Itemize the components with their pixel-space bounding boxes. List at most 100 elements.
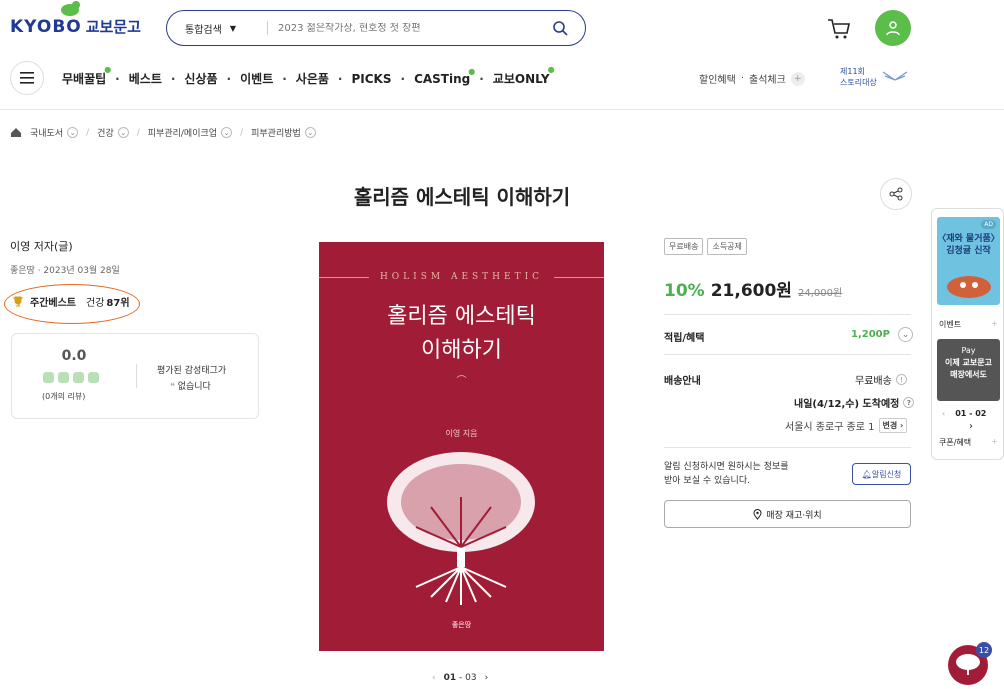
alert-button[interactable]: 🔔︎ 알림신청	[852, 463, 911, 485]
discount-link[interactable]: 할인혜택	[699, 71, 736, 86]
pager-total: 03	[465, 673, 477, 683]
nav-item-event[interactable]: 이벤트	[240, 70, 273, 87]
side-coupon-link[interactable]: 쿠폰/혜택 +	[939, 437, 998, 448]
pay-logo-label: Pay	[961, 346, 976, 355]
nav-item-new[interactable]: 신상품	[184, 70, 217, 87]
badges: 무료배송 소득공제	[664, 238, 747, 255]
quote-icon: ❝	[170, 382, 178, 392]
delivery-label: 배송안내	[664, 376, 701, 387]
store-stock-button[interactable]: 매장 재고·위치	[664, 500, 911, 528]
side-pay-banner[interactable]: Pay 이제 교보문고 매장에서도	[937, 339, 1000, 401]
badge-free-shipping: 무료배송	[664, 238, 704, 255]
side-event-label: 이벤트	[939, 320, 962, 329]
cart-icon[interactable]	[826, 16, 852, 42]
chevron-right-icon[interactable]: ›	[485, 673, 489, 683]
nav-item-gift[interactable]: 사은품	[296, 70, 329, 87]
pager-text: 01 - 03	[443, 673, 477, 683]
story-award-banner[interactable]: 제11회 스토리대상	[840, 66, 909, 88]
breadcrumb-item[interactable]: 피부관리/메이크업	[148, 126, 217, 139]
help-icon[interactable]: ?	[903, 397, 915, 408]
kyobo-logo[interactable]: KYOBO 교보문고	[10, 1, 141, 37]
arrival-row: 내일(4/12,수) 도착예정 ?	[794, 395, 915, 410]
clover-icon	[88, 372, 99, 383]
nav-label: 신상품	[184, 72, 218, 86]
search-type-label: 통합검색	[185, 24, 222, 36]
search-divider	[267, 21, 268, 35]
chevron-left-icon[interactable]: ‹	[432, 673, 436, 683]
logo-text-ko: 교보문고	[85, 18, 141, 36]
chevron-left-icon[interactable]: ‹	[942, 409, 945, 418]
address-row: 서울시 종로구 종로 1 변경 ›	[785, 418, 908, 433]
pager-current: 01	[443, 673, 457, 683]
cover-english-title: HOLISM AESTHETIC	[379, 272, 544, 282]
ad-tag: AD	[981, 220, 996, 229]
share-button[interactable]	[880, 178, 912, 210]
change-address-button[interactable]: 변경 ›	[878, 418, 908, 433]
emotion-tag-empty: ❝ 없습니다	[170, 379, 211, 392]
info-icon[interactable]: !	[895, 374, 907, 385]
alert-text-line2: 받아 보실 수 있습니다.	[664, 476, 750, 486]
side-ad-banner[interactable]: AD 〈재와 물거품〉 김청귤 신작	[937, 217, 1000, 305]
author[interactable]: 이영 저자(글)	[10, 238, 73, 254]
points-label: 적립/혜택	[664, 333, 705, 344]
menu-button[interactable]	[10, 61, 44, 95]
new-dot-icon: ●	[547, 65, 555, 74]
home-icon[interactable]	[10, 127, 22, 138]
pay-logo: Pay	[937, 345, 1000, 357]
publisher-date: 좋은땅 · 2023년 03월 28일	[10, 266, 120, 276]
recent-view-button[interactable]: 12	[948, 642, 992, 685]
hamburger-icon	[20, 72, 34, 84]
clover-icon	[43, 372, 54, 383]
breadcrumb-item[interactable]: 피부관리방법	[251, 126, 301, 139]
breadcrumb-item[interactable]: 건강	[97, 126, 114, 139]
plus-icon: +	[991, 319, 998, 328]
search-icon[interactable]	[552, 20, 568, 36]
review-count[interactable]: (0개의 리뷰)	[42, 391, 85, 402]
original-price: 24,000원	[797, 288, 843, 299]
search-type-select[interactable]: 통합검색 ▼	[167, 21, 257, 36]
attendance-link[interactable]: 출석체크	[749, 71, 786, 86]
points-row[interactable]: 1,200P ⌄	[851, 327, 913, 342]
pay-text1: 이제 교보문고	[945, 358, 992, 367]
nav-label: PICKS	[351, 71, 392, 86]
chevron-right-icon[interactable]: ›	[969, 421, 973, 432]
share-icon	[889, 187, 903, 201]
sale-price: 21,600원	[710, 281, 792, 301]
logo-text-en: KYOBO	[10, 16, 82, 37]
recent-count-badge: 12	[976, 642, 992, 658]
nav-item-tips[interactable]: 무배꿀팁 ●	[62, 65, 111, 87]
divider	[664, 314, 911, 315]
chevron-down-icon[interactable]: ⌄	[221, 127, 233, 138]
arrival-date: 내일(4/12,수) 도착예정	[794, 399, 900, 410]
side-pager-text: 01 - 02	[955, 409, 987, 418]
chevron-down-icon[interactable]: ⌄	[117, 127, 129, 138]
alert-description: 알림 신청하시면 원하시는 정보를 받아 보실 수 있습니다.	[664, 460, 789, 488]
rating-clovers	[43, 372, 99, 383]
price-block: 10% 21,600원 24,000원	[664, 276, 842, 301]
cover-author: 이영 지음	[445, 429, 478, 438]
chevron-down-icon[interactable]: ⌄	[304, 127, 316, 138]
wings-icon	[882, 71, 908, 81]
nav-item-only[interactable]: 교보ONLY ●	[493, 65, 555, 87]
breadcrumb-item[interactable]: 국내도서	[30, 126, 63, 139]
book-cover[interactable]: HOLISM AESTHETIC 홀리즘 에스테틱 이해하기 ⌒ 이영 지음 좋…	[319, 242, 604, 651]
side-event-link[interactable]: 이벤트 +	[939, 319, 998, 330]
user-button[interactable]	[875, 10, 911, 46]
nav-item-casting[interactable]: CASTing ●	[414, 67, 475, 86]
breadcrumb: 국내도서 ⌄ / 건강 ⌄ / 피부관리/메이크업 ⌄ / 피부관리방법 ⌄	[10, 126, 316, 139]
side-quick-menu: AD 〈재와 물거품〉 김청귤 신작 이벤트 + Pay 이제 교보문고 매장에서도…	[931, 208, 1004, 460]
award-line1: 제11회	[840, 67, 865, 76]
search-input[interactable]	[278, 22, 538, 34]
plus-icon[interactable]: +	[790, 71, 805, 86]
nav-separator: ·	[282, 71, 287, 86]
review-divider	[136, 364, 137, 388]
ad-title-line2: 김청귤 신작	[946, 246, 991, 256]
breadcrumb-separator: /	[86, 127, 90, 138]
new-dot-icon: ●	[104, 65, 112, 74]
nav-item-picks[interactable]: PICKS	[351, 72, 391, 86]
chevron-down-icon[interactable]: ⌄	[67, 127, 79, 138]
tree-illustration	[387, 452, 535, 605]
clover-icon	[73, 372, 84, 383]
nav-item-best[interactable]: 베스트	[129, 70, 162, 87]
utility-links: 할인혜택 · 출석체크 +	[699, 71, 805, 86]
